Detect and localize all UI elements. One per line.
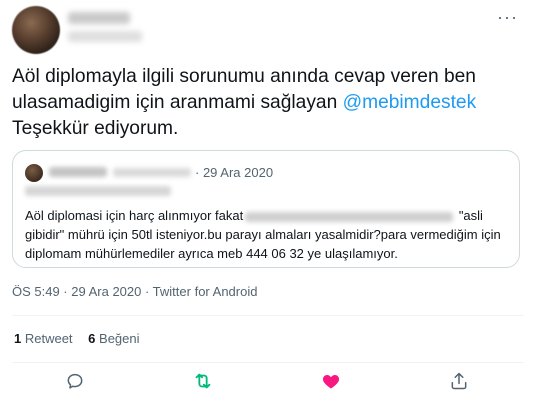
tweet-text-line3: Teşekkür ediyorum. xyxy=(12,118,179,139)
divider xyxy=(12,362,524,363)
like-icon xyxy=(322,375,340,389)
retweet-button[interactable] xyxy=(188,366,218,396)
quoted-tweet[interactable]: · 29 Ara 2020 Aöl diplomasi için harç al… xyxy=(12,150,520,268)
quote-text-part1: Aöl diplomasi için harç alınmıyor fakat xyxy=(25,208,244,223)
blurred-username[interactable] xyxy=(68,31,142,42)
quote-blurred-name xyxy=(49,167,107,177)
tweet: ··· Aöl diplomayla ilgili sorunumu anınd… xyxy=(0,0,536,400)
likes-label: Beğeni xyxy=(95,331,140,346)
tweet-timestamp[interactable]: ÖS 5:49 · 29 Ara 2020 · Twitter for Andr… xyxy=(12,284,257,300)
more-options-icon[interactable]: ··· xyxy=(497,8,518,26)
quote-avatar xyxy=(25,164,43,182)
reply-button[interactable] xyxy=(60,366,90,396)
share-button[interactable] xyxy=(444,366,474,396)
blurred-display-name[interactable] xyxy=(68,12,130,24)
avatar[interactable] xyxy=(12,6,60,54)
tweet-text-line2: ulasamadigim için aranmami sağlayan xyxy=(12,92,343,113)
quote-blurred-text xyxy=(245,211,454,222)
engagement-stats: 1 Retweet 6 Beğeni xyxy=(14,331,152,347)
share-icon xyxy=(451,372,467,390)
tweet-text: Aöl diplomayla ilgili sorunumu anında ce… xyxy=(12,64,522,142)
action-bar xyxy=(0,364,536,400)
like-button[interactable] xyxy=(316,366,346,396)
retweet-icon xyxy=(195,373,211,389)
quote-date: · 29 Ara 2020 xyxy=(195,165,274,180)
tweet-text-line1: Aöl diplomayla ilgili sorunumu anında ce… xyxy=(12,66,476,87)
mention-link[interactable]: @mebimdestek xyxy=(343,92,477,113)
retweets-label: Retweet xyxy=(21,331,73,346)
quote-text: Aöl diplomasi için harç alınmıyor fakat … xyxy=(25,206,509,263)
reply-icon xyxy=(67,373,83,389)
quote-blurred-reply-line xyxy=(25,186,171,196)
quote-blurred-username xyxy=(113,168,191,177)
likes-stat[interactable]: 6 Beğeni xyxy=(88,331,139,346)
retweets-stat[interactable]: 1 Retweet xyxy=(14,331,73,346)
divider xyxy=(12,315,524,316)
